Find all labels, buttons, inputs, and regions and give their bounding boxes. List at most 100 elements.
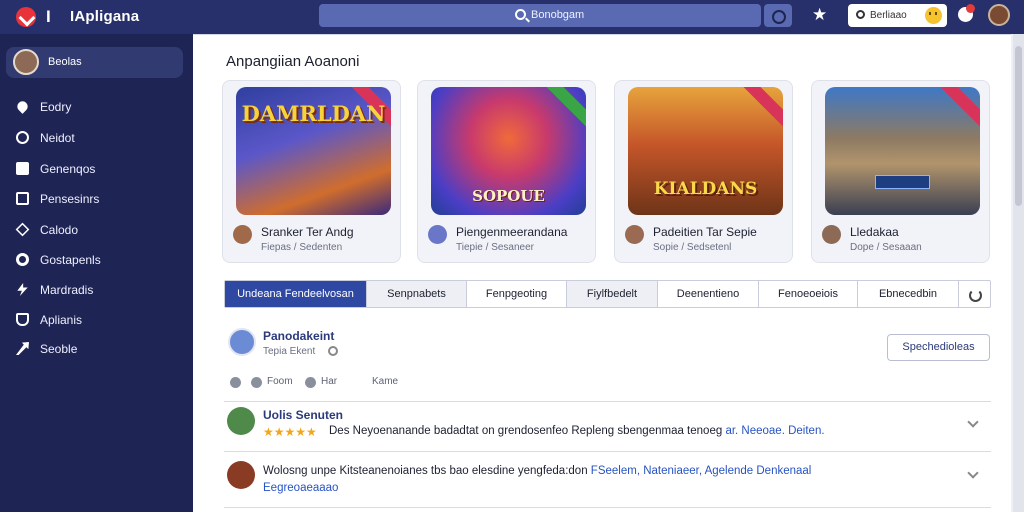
- search-text: Bonobgam: [531, 9, 585, 21]
- action-label: Har: [321, 376, 338, 387]
- user-label: Berliaao: [870, 10, 907, 21]
- game-thumbnail[interactable]: KIALDANS: [628, 87, 783, 215]
- profile-name: Beolas: [48, 56, 82, 68]
- creator-avatar: [428, 225, 447, 244]
- card-title: Piengenmeerandana: [456, 225, 568, 239]
- card-title: Sranker Ter Andg: [261, 225, 354, 239]
- ribbon-badge: [545, 87, 586, 129]
- sidebar-item-neidot[interactable]: Neidot: [16, 128, 186, 148]
- search-input[interactable]: Bonobgam: [319, 4, 761, 27]
- user-avatar[interactable]: [988, 4, 1010, 26]
- comment-link[interactable]: FSeelem, Nateniaeer, Agelende Denkenaal: [591, 465, 812, 477]
- comment-link[interactable]: ar. Neeoae. Deiten.: [725, 425, 824, 437]
- game-art-title: KIALDANS: [653, 179, 758, 199]
- game-card[interactable]: Lledakaa Dope / Sesaaan: [811, 80, 990, 263]
- sidebar-item-gostapenls[interactable]: Gostapenls: [16, 250, 186, 270]
- tab-5[interactable]: Fenoeoeiois: [759, 281, 858, 307]
- sidebar-item-label: Gostapenls: [40, 253, 101, 267]
- user-menu[interactable]: Berliaao: [848, 4, 947, 27]
- comment-text: Wolosng unpe Kitsteanenoianes tbs bao el…: [263, 465, 811, 477]
- profile-avatar: [13, 49, 39, 75]
- action-label: Kame: [372, 376, 399, 387]
- app-name: IApligana: [70, 8, 140, 25]
- section-title: Anpangiian Aoanoni: [226, 53, 360, 70]
- tab-3[interactable]: Fiylfbedelt: [567, 281, 658, 307]
- comment-icon: [305, 377, 316, 388]
- sidebar-item-label: Neidot: [40, 131, 75, 145]
- smiley-icon: [925, 7, 942, 24]
- rating-stars: ★★★★★: [263, 425, 317, 439]
- app-logo-icon[interactable]: [16, 7, 36, 27]
- sidebar-item-label: Aplianis: [40, 313, 83, 327]
- sidebar-item-seoble[interactable]: Seoble: [16, 339, 186, 359]
- document-icon: [16, 162, 29, 175]
- post-avatar[interactable]: [228, 328, 256, 356]
- sidebar-item-label: Eodry: [40, 100, 72, 114]
- game-thumbnail[interactable]: [825, 87, 980, 215]
- tab-1[interactable]: Senpnabets: [367, 281, 467, 307]
- favorites-star-icon[interactable]: ★: [812, 5, 827, 25]
- bolt-icon: [17, 283, 28, 296]
- game-art-title: SOPOUE: [472, 187, 545, 205]
- sidebar-item-label: Pensesinrs: [40, 192, 100, 206]
- scrollbar-thumb[interactable]: [1015, 46, 1022, 206]
- game-art-sign: [875, 175, 930, 189]
- game-card[interactable]: KIALDANS Padeitien Tar Sepie Sopie / Sed…: [614, 80, 793, 263]
- sidebar-profile[interactable]: Beolas: [6, 47, 183, 78]
- post-subtitle: Tepia Ekent: [263, 346, 316, 357]
- search-icon: [515, 9, 526, 20]
- refresh-icon[interactable]: [959, 281, 990, 307]
- comment-avatar[interactable]: [227, 407, 255, 435]
- sidebar-item-aplianis[interactable]: Aplianis: [16, 310, 186, 330]
- creator-avatar: [822, 225, 841, 244]
- ribbon-badge: [939, 87, 980, 129]
- sidebar-item-pensesinrs[interactable]: Pensesinrs: [16, 189, 186, 209]
- sidebar-item-eodry[interactable]: Eodry: [15, 97, 186, 117]
- tab-4[interactable]: Deenentieno: [658, 281, 759, 307]
- ring-icon: [16, 253, 29, 266]
- sidebar-item-genenqos[interactable]: Genenqos: [16, 159, 186, 179]
- top-bar: I IApligana Bonobgam ★ Berliaao: [0, 0, 1024, 34]
- comment-author[interactable]: Uolis Senuten: [263, 408, 343, 422]
- game-thumbnail[interactable]: SOPOUE: [431, 87, 586, 215]
- user-icon: [856, 10, 865, 19]
- game-thumbnail[interactable]: DAMRLDAN: [236, 87, 391, 215]
- action-label: Foom: [267, 376, 293, 387]
- card-subtitle: Sopie / Sedsetenl: [653, 242, 732, 253]
- tab-bar: Undeana Fendeelvosan Senpnabets Fenpgeot…: [224, 280, 991, 308]
- sidebar-item-mardradis[interactable]: Mardradis: [16, 280, 186, 300]
- chevron-down-icon[interactable]: [967, 416, 979, 428]
- comment-text: Des Neyoenanande badadtat on grendosenfe…: [329, 425, 825, 437]
- shield-icon: [16, 313, 29, 326]
- comment-body: Des Neyoenanande badadtat on grendosenfe…: [329, 425, 723, 437]
- reply-icon: [251, 377, 262, 388]
- card-subtitle: Tiepie / Sesaneer: [456, 242, 535, 253]
- tab-2[interactable]: Fenpgeoting: [467, 281, 567, 307]
- sidebar-item-calodo[interactable]: Calodo: [15, 220, 186, 240]
- follow-button[interactable]: Spechedioleas: [887, 334, 990, 361]
- post-title[interactable]: Panodakeint: [263, 329, 334, 343]
- sidebar-item-label: Genenqos: [40, 162, 96, 176]
- diamond-icon: [15, 222, 30, 237]
- verified-icon: [328, 346, 338, 356]
- creator-avatar: [233, 225, 252, 244]
- like-icon: [230, 377, 241, 388]
- vertical-scrollbar[interactable]: [1013, 34, 1024, 512]
- chevron-down-icon[interactable]: [967, 467, 979, 479]
- card-subtitle: Dope / Sesaaan: [850, 242, 922, 253]
- sidebar-item-label: Seoble: [40, 342, 78, 356]
- tab-6[interactable]: Ebnecedbin: [858, 281, 959, 307]
- card-subtitle: Fiepas / Sedenten: [261, 242, 343, 253]
- comment-second-line[interactable]: Eegreoaeaaao: [263, 482, 338, 494]
- comment-avatar[interactable]: [227, 461, 255, 489]
- comment-body: Wolosng unpe Kitsteanenoianes tbs bao el…: [263, 465, 588, 477]
- creator-avatar: [625, 225, 644, 244]
- ribbon-badge: [742, 87, 783, 129]
- arrow-icon: [16, 342, 29, 355]
- game-art-title: DAMRLDAN: [241, 101, 386, 126]
- game-card[interactable]: SOPOUE Piengenmeerandana Tiepie / Sesane…: [417, 80, 596, 263]
- tab-0[interactable]: Undeana Fendeelvosan: [225, 281, 367, 307]
- card-title: Lledakaa: [850, 225, 899, 239]
- search-button[interactable]: [764, 4, 792, 27]
- game-card[interactable]: DAMRLDAN Sranker Ter Andg Fiepas / Seden…: [222, 80, 401, 263]
